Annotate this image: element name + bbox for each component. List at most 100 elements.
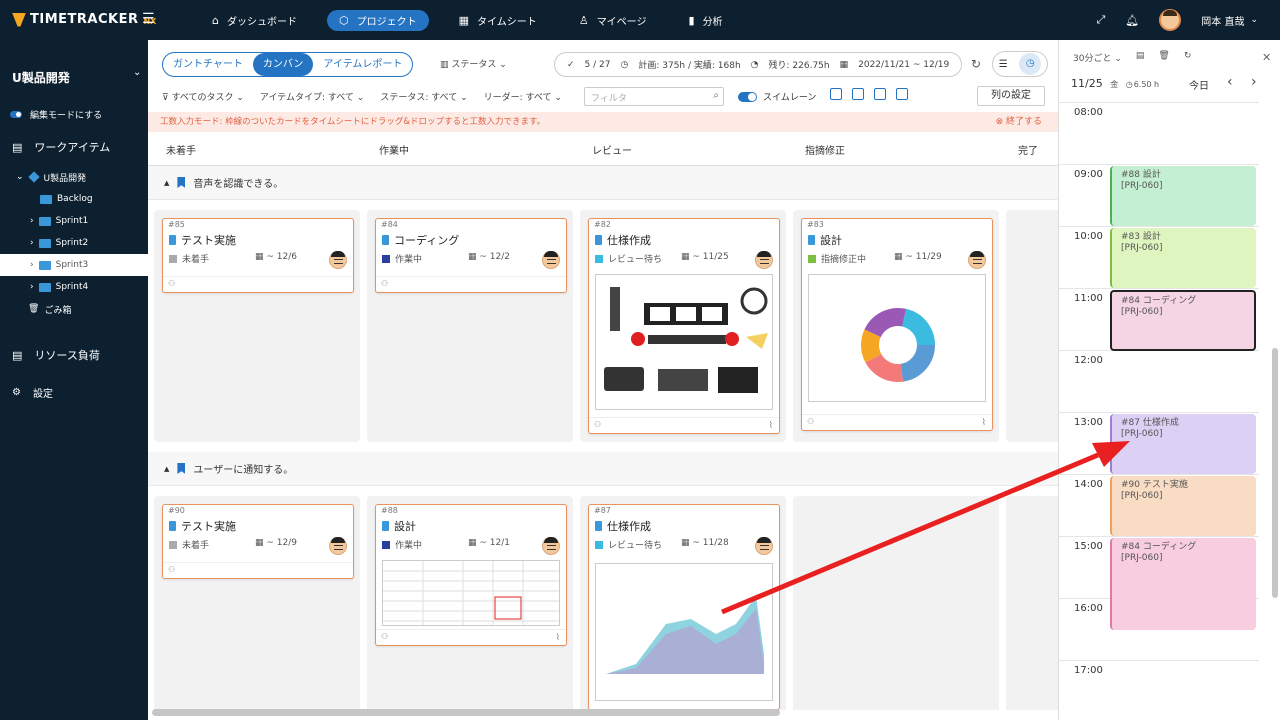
- chevron-down-icon[interactable]: ⌄: [1250, 15, 1258, 25]
- list-icon[interactable]: ☰: [999, 59, 1008, 70]
- filter-input[interactable]: フィルタ ⌕: [584, 87, 724, 106]
- clock-view-icon[interactable]: ◷: [1019, 53, 1042, 75]
- tab-kanban[interactable]: カンバン: [252, 53, 314, 76]
- avatar: [329, 251, 347, 269]
- today-button[interactable]: 今日: [1189, 77, 1209, 92]
- clipboard-icon: [169, 521, 176, 531]
- kanban-card[interactable]: #83 設計 指摘修正中 ▦ ~ 11/29 ⚇ ⌇: [801, 218, 993, 431]
- tree-item-sprint1[interactable]: › Sprint1: [0, 210, 148, 232]
- filter-item-type[interactable]: アイテムタイプ: すべて ⌄: [260, 90, 364, 103]
- tab-gantt[interactable]: ガントチャート: [163, 53, 253, 76]
- column-settings-button[interactable]: 列の設定: [977, 86, 1045, 106]
- time-entry[interactable]: #84 コーディング [PRJ-060]: [1110, 538, 1256, 630]
- tree-item-trash[interactable]: 🗑︎ ごみ箱: [0, 298, 148, 320]
- entry-mode-banner: 工数入力モード: 枠線のついたカードをタイムシートにドラッグ&ドロップすると工数…: [148, 112, 1058, 132]
- chevron-right-icon: ›: [30, 216, 34, 226]
- interval-dropdown[interactable]: 30分ごと ⌄: [1073, 51, 1122, 64]
- users-icon: ⚇: [807, 417, 815, 426]
- clipboard-icon: [808, 235, 815, 245]
- remaining: 残り: 226.75h: [768, 61, 830, 71]
- paperclip-icon[interactable]: ⌇: [769, 421, 773, 431]
- swimlane-toggle[interactable]: スイムレーン: [738, 90, 816, 103]
- user-name[interactable]: 岡本 直哉: [1201, 13, 1244, 28]
- filter-all-tasks[interactable]: ⊽ すべてのタスク ⌄: [162, 90, 244, 103]
- status-dot: [382, 254, 390, 263]
- kanban-card[interactable]: #84 コーディング 作業中 ▦ ~ 12/2 ⚇: [375, 218, 567, 293]
- close-icon[interactable]: ✕: [1262, 51, 1271, 64]
- folder-icon: [38, 238, 51, 248]
- sidebar-item-work-items[interactable]: ▤ ワークアイテム: [12, 139, 110, 155]
- menu-icon[interactable]: ☰: [142, 11, 155, 27]
- nav-project[interactable]: ⬡ プロジェクト: [326, 10, 429, 31]
- kanban-card[interactable]: #90 テスト実施 未着手 ▦ ~ 12/9 ⚇: [162, 504, 354, 579]
- time-entry[interactable]: #83 設計 [PRJ-060]: [1110, 228, 1256, 288]
- vertical-scrollbar[interactable]: [1272, 348, 1278, 598]
- swimlane-header[interactable]: ▲ ユーザーに通知する。: [148, 452, 1058, 486]
- end-mode-button[interactable]: ⊗ 終了する: [996, 112, 1042, 132]
- calendar-icon: ▦: [255, 538, 264, 548]
- status-dropdown[interactable]: ▥ ステータス ⌄: [440, 57, 507, 70]
- tree-item-sprint3[interactable]: › Sprint3: [0, 254, 148, 276]
- time-entry[interactable]: #87 仕様作成 [PRJ-060]: [1110, 414, 1256, 474]
- nav-analytics[interactable]: ▮ 分析: [677, 10, 735, 31]
- sidebar-item-resources[interactable]: ▤ リソース負荷: [12, 347, 100, 363]
- tree-item-sprint2[interactable]: › Sprint2: [0, 232, 148, 254]
- sidebar-item-settings[interactable]: ⚙ 設定: [12, 385, 53, 400]
- tree-item-sprint4[interactable]: › Sprint4: [0, 276, 148, 298]
- trash-icon[interactable]: 🗑︎: [1158, 51, 1169, 64]
- users-icon: ⚇: [381, 632, 389, 641]
- nav-timesheet[interactable]: ▦ タイムシート: [447, 10, 549, 31]
- next-day-icon[interactable]: ›: [1251, 74, 1257, 90]
- chevron-down-icon[interactable]: ⌄: [133, 67, 141, 78]
- cube-icon: ⬡: [338, 14, 349, 27]
- top-bar: TIMETRACKER NX ☰ ⌂ ダッシュボード ⬡ プロジェクト ▦ タイムシー…: [0, 0, 1280, 40]
- user-avatar[interactable]: [1159, 9, 1182, 31]
- paperclip-icon[interactable]: ⌇: [982, 418, 986, 428]
- area-chart-image[interactable]: [595, 563, 773, 701]
- chevron-down-icon: ⌄: [16, 172, 24, 182]
- edit-mode-toggle[interactable]: 編集モードにする: [10, 108, 102, 121]
- kanban-card[interactable]: #87 仕様作成 レビュー待ち ▦ ~ 11/28: [588, 504, 780, 710]
- filter-status[interactable]: ステータス: すべて ⌄: [380, 90, 467, 103]
- swimlane-header[interactable]: ▲ 音声を認識できる。: [148, 166, 1058, 200]
- time-entry[interactable]: #90 テスト実施 [PRJ-060]: [1110, 476, 1256, 536]
- tree-item-project[interactable]: ⌄ U製品開発: [0, 166, 148, 188]
- search-icon[interactable]: ⌕: [713, 90, 719, 101]
- column-cell: [1006, 210, 1058, 442]
- document-icon[interactable]: ▤: [1136, 51, 1145, 64]
- spreadsheet-image[interactable]: [382, 560, 560, 626]
- col-fix: 指摘修正: [805, 146, 845, 157]
- card-footer: ⚇: [589, 417, 779, 433]
- spreadsheet-illustration: [383, 561, 559, 625]
- kanban-card[interactable]: #88 設計 作業中 ▦ ~ 12/1 ⚇ ⌇: [375, 504, 567, 646]
- tree-item-backlog[interactable]: Backlog: [0, 188, 148, 210]
- bell-icon[interactable]: 🔔︎: [1125, 14, 1139, 27]
- expand-icon[interactable]: ⤢: [1096, 13, 1105, 27]
- table-field-icon[interactable]: [852, 88, 864, 100]
- kanban-card[interactable]: #82 仕様作成 レビュー待ち ▦ ~ 11/25 ⚇ ⌇: [588, 218, 780, 434]
- paperclip-icon[interactable]: ⌇: [556, 633, 560, 643]
- time-entry[interactable]: #84 コーディング [PRJ-060]: [1110, 290, 1256, 351]
- nav-dashboard[interactable]: ⌂ ダッシュボード: [200, 10, 309, 31]
- card-field-icon[interactable]: [896, 88, 908, 100]
- image-field-icon[interactable]: [874, 88, 886, 100]
- horizontal-scrollbar[interactable]: [152, 709, 780, 716]
- hour-row: 11:00: [1059, 288, 1259, 304]
- plan-actual: 計画: 375h / 実績: 168h: [638, 61, 741, 71]
- calendar-field-icon[interactable]: [830, 88, 842, 100]
- avatar: [329, 537, 347, 555]
- project-title[interactable]: U製品開発: [12, 69, 70, 86]
- filter-leader[interactable]: リーダー: すべて ⌄: [484, 90, 562, 103]
- reload-icon[interactable]: ↻: [971, 57, 981, 71]
- time-entry[interactable]: #88 設計 [PRJ-060]: [1110, 166, 1256, 226]
- reload-icon[interactable]: ↻: [1184, 51, 1192, 64]
- media-equipment-image[interactable]: [595, 274, 773, 410]
- tab-item-report[interactable]: アイテムレポート: [313, 53, 412, 76]
- donut-chart-image[interactable]: [808, 274, 986, 402]
- prev-day-icon[interactable]: ‹: [1227, 74, 1233, 90]
- status-dot: [595, 540, 603, 549]
- kanban-card[interactable]: #85 テスト実施 未着手 ▦ ~ 12/6 ⚇: [162, 218, 354, 293]
- calendar-icon: ▦: [458, 14, 469, 27]
- app-logo[interactable]: TIMETRACKER NX: [12, 12, 156, 27]
- nav-mypage[interactable]: ♙ マイページ: [567, 10, 659, 31]
